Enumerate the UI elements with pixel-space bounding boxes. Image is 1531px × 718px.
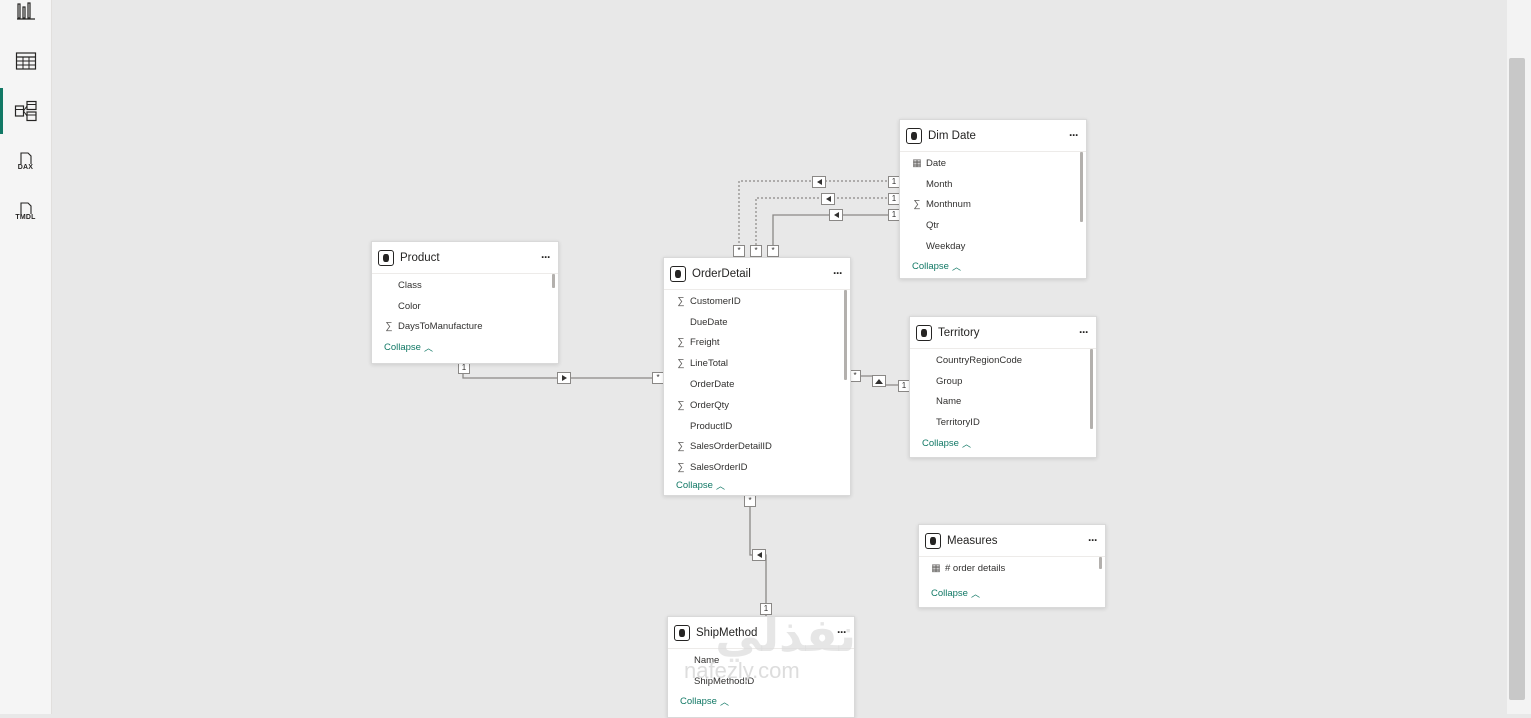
- chevron-up-icon: ︿: [715, 480, 725, 491]
- sigma-icon: ∑: [677, 295, 685, 307]
- collapse-button[interactable]: Collapse ︿: [668, 692, 854, 712]
- filter-direction-arrow[interactable]: [557, 372, 571, 384]
- collapse-button[interactable]: Collapse ︿: [910, 433, 1096, 453]
- table-icon: [906, 127, 922, 144]
- more-options-icon[interactable]: ···: [1079, 325, 1089, 339]
- calculator-icon: ▦: [931, 562, 941, 574]
- field-row[interactable]: Month: [900, 174, 1086, 195]
- scrollbar[interactable]: [1080, 152, 1083, 222]
- table-card-orderdetail[interactable]: OrderDetail ··· ∑ CustomerID DueDate ∑ Fre…: [663, 257, 851, 496]
- field-row[interactable]: ProductID: [664, 416, 850, 437]
- field-row[interactable]: ∑ Freight: [664, 333, 850, 354]
- canvas-scrollbar-thumb[interactable]: [1509, 58, 1525, 700]
- more-options-icon[interactable]: ···: [541, 250, 551, 264]
- field-row[interactable]: CountryRegionCode: [910, 350, 1096, 371]
- more-options-icon[interactable]: ···: [1088, 533, 1098, 547]
- field-row[interactable]: Weekday: [900, 236, 1086, 257]
- sigma-icon: ∑: [677, 462, 685, 474]
- more-options-icon[interactable]: ···: [837, 625, 847, 639]
- filter-direction-arrow[interactable]: [821, 193, 835, 205]
- field-row[interactable]: Class: [372, 275, 558, 296]
- table-title: Product: [400, 251, 440, 264]
- table-header[interactable]: ShipMethod ···: [668, 617, 854, 649]
- field-row[interactable]: DueDate: [664, 312, 850, 333]
- filter-direction-arrow[interactable]: [829, 209, 843, 221]
- scrollbar[interactable]: [1090, 349, 1093, 429]
- sigma-icon: ∑: [677, 337, 685, 349]
- filter-direction-arrow[interactable]: [752, 549, 766, 561]
- table-card-measures[interactable]: Measures ··· ▦ # order details Collapse ︿: [918, 524, 1106, 608]
- cardinality-many-badge: *: [767, 245, 779, 257]
- chevron-up-icon: ︿: [961, 438, 971, 449]
- scrollbar[interactable]: [1099, 557, 1102, 569]
- more-options-icon[interactable]: ···: [1069, 128, 1079, 142]
- scrollbar[interactable]: [844, 290, 847, 380]
- sigma-icon: ∑: [913, 199, 921, 211]
- field-row[interactable]: ShipMethodID: [668, 671, 854, 692]
- calendar-icon: ▦: [912, 157, 922, 169]
- chevron-up-icon: ︿: [951, 262, 961, 273]
- table-header[interactable]: Product ···: [372, 242, 558, 274]
- field-row[interactable]: ▦ Date: [900, 153, 1086, 174]
- field-row[interactable]: ▦ # order details: [919, 558, 1105, 579]
- field-row[interactable]: ∑ SalesOrderDetailID: [664, 437, 850, 458]
- sigma-icon: ∑: [677, 358, 685, 370]
- cardinality-one-badge: 1: [760, 603, 772, 615]
- table-title: Dim Date: [928, 129, 976, 142]
- table-header[interactable]: Territory ···: [910, 317, 1096, 349]
- table-card-dim-date[interactable]: Dim Date ··· ▦ Date Month ∑ Monthnum Qtr W…: [899, 119, 1087, 279]
- table-header[interactable]: Measures ···: [919, 525, 1105, 557]
- field-row[interactable]: Name: [910, 392, 1096, 413]
- field-row[interactable]: Color: [372, 296, 558, 317]
- sigma-icon: ∑: [677, 441, 685, 453]
- collapse-button[interactable]: Collapse ︿: [900, 257, 1086, 277]
- field-row[interactable]: ∑ OrderQty: [664, 395, 850, 416]
- collapse-button[interactable]: Collapse ︿: [664, 478, 850, 492]
- table-title: Territory: [938, 326, 980, 339]
- filter-direction-arrow[interactable]: [872, 375, 886, 387]
- more-options-icon[interactable]: ···: [833, 266, 843, 280]
- table-icon: [674, 624, 690, 641]
- cardinality-many-badge: *: [750, 245, 762, 257]
- table-icon: [916, 324, 932, 341]
- sigma-icon: ∑: [677, 399, 685, 411]
- table-icon: [378, 249, 394, 266]
- table-header[interactable]: OrderDetail ···: [664, 258, 850, 290]
- table-title: OrderDetail: [692, 267, 751, 280]
- table-card-shipmethod[interactable]: ShipMethod ··· Name ShipMethodID Collaps…: [667, 616, 855, 718]
- field-row[interactable]: ∑ DaysToManufacture: [372, 317, 558, 338]
- chevron-up-icon: ︿: [423, 342, 433, 353]
- field-row[interactable]: ∑ SalesOrderID: [664, 457, 850, 478]
- table-card-product[interactable]: Product ··· Class Color ∑ DaysToManufactu…: [371, 241, 559, 364]
- table-card-territory[interactable]: Territory ··· CountryRegionCode Group Na…: [909, 316, 1097, 458]
- table-title: ShipMethod: [696, 626, 758, 639]
- field-row[interactable]: Qtr: [900, 215, 1086, 236]
- field-row[interactable]: TerritoryID: [910, 412, 1096, 433]
- table-icon: [670, 265, 686, 282]
- relationship-line-date-orderdetail-3: [772, 214, 899, 258]
- field-row[interactable]: OrderDate: [664, 374, 850, 395]
- scrollbar[interactable]: [552, 274, 555, 288]
- cardinality-many-badge: *: [733, 245, 745, 257]
- table-header[interactable]: Dim Date ···: [900, 120, 1086, 152]
- table-title: Measures: [947, 534, 998, 547]
- collapse-button[interactable]: Collapse ︿: [372, 337, 558, 357]
- field-row[interactable]: Group: [910, 371, 1096, 392]
- filter-direction-arrow[interactable]: [812, 176, 826, 188]
- collapse-button[interactable]: Collapse ︿: [919, 584, 1105, 604]
- relationship-line-date-orderdetail-1: [738, 180, 899, 258]
- field-row[interactable]: ∑ LineTotal: [664, 353, 850, 374]
- table-icon: [925, 532, 941, 549]
- field-row[interactable]: ∑ CustomerID: [664, 291, 850, 312]
- chevron-up-icon: ︿: [970, 589, 980, 600]
- cardinality-many-badge: *: [744, 495, 756, 507]
- chevron-up-icon: ︿: [719, 697, 729, 708]
- field-row[interactable]: Name: [668, 650, 854, 671]
- field-row[interactable]: ∑ Monthnum: [900, 195, 1086, 216]
- sigma-icon: ∑: [385, 321, 393, 333]
